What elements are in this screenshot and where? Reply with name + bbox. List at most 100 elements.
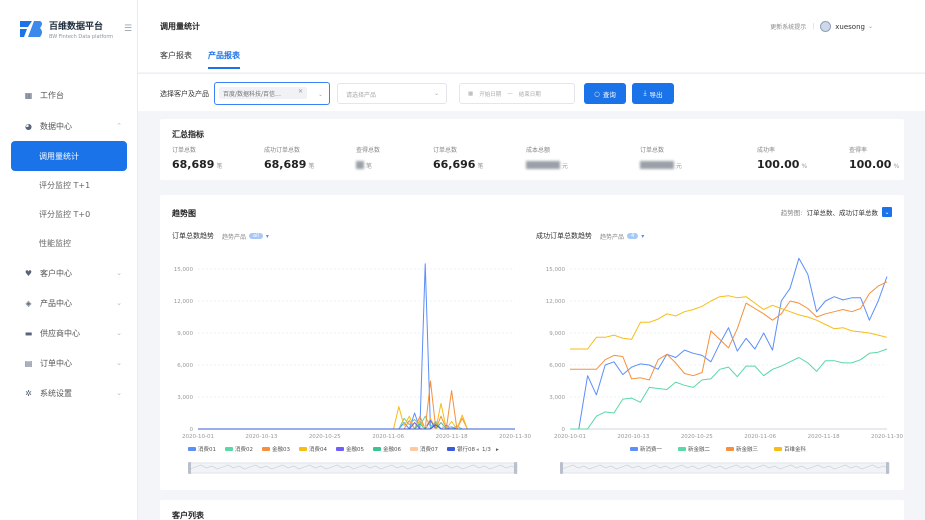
chevron-down-icon[interactable]: ⌄: [868, 23, 873, 30]
x-tick-label: 2020-11-18: [436, 434, 468, 440]
sidebar-subitem-performance[interactable]: 性能监控: [0, 229, 138, 258]
y-tick-label: 15,000: [546, 267, 566, 273]
series-line-1: [570, 348, 888, 430]
date-range-picker[interactable]: ▦ 开始日期 — 结束日期: [459, 83, 575, 104]
tab-product-report[interactable]: 产品报表: [208, 50, 240, 69]
avatar[interactable]: [820, 21, 832, 32]
legend-label[interactable]: 百维金科: [784, 445, 807, 453]
legend-swatch[interactable]: [336, 447, 344, 451]
legend-swatch[interactable]: [726, 447, 734, 451]
brand-logo[interactable]: 百维数据平台 BW Fintech Data platform: [18, 18, 113, 40]
sidebar-item-order[interactable]: ▤ 订单中心 ⌄: [0, 348, 138, 378]
menu-fold-icon[interactable]: ☰: [124, 24, 132, 34]
metric-number: 66,696: [433, 158, 476, 171]
caret-down-icon[interactable]: ▾: [266, 233, 269, 240]
zoom-slider-track[interactable]: [189, 462, 518, 474]
legend-label[interactable]: 消费01: [198, 445, 216, 453]
summary-title: 汇总指标: [172, 130, 204, 139]
series-line-1: [198, 415, 515, 430]
legend-label[interactable]: 金融06: [383, 445, 401, 453]
legend-swatch[interactable]: [225, 447, 233, 451]
chevron-up-icon: ⌃: [116, 122, 122, 130]
chevron-left-icon[interactable]: ◂: [476, 447, 479, 453]
zoom-handle-left[interactable]: [188, 462, 191, 474]
chart-left-filter-badge[interactable]: all: [249, 233, 263, 239]
caret-down-icon[interactable]: ▾: [641, 233, 644, 240]
metric-7: 查得率 100.00%: [849, 145, 899, 171]
chevron-down-icon[interactable]: ⌄: [882, 207, 892, 217]
brand-mark-icon: [18, 18, 44, 40]
metric-value: 68,689 笔: [172, 158, 222, 171]
series-line-0: [198, 263, 515, 430]
legend-label[interactable]: 消费04: [309, 445, 327, 453]
metric-unit: 笔: [216, 163, 223, 170]
metric-0: 订单总数 68,689 笔: [172, 145, 222, 171]
legend-swatch[interactable]: [678, 447, 686, 451]
y-tick-label: 15,000: [174, 267, 194, 273]
trend-selector[interactable]: 趋势图: 订单总数、成功订单总数 ⌄: [781, 207, 892, 217]
sidebar-item-customer[interactable]: ♥ 客户中心 ⌄: [0, 258, 138, 288]
x-tick-label: 2020-10-25: [309, 434, 341, 440]
query-button[interactable]: ○ 查询: [584, 83, 626, 104]
chart-right-filter-badge[interactable]: 4: [627, 233, 639, 239]
legend-label[interactable]: 新消费一: [640, 445, 663, 453]
legend-label[interactable]: 金融03: [272, 445, 290, 453]
legend-label[interactable]: 消费07: [420, 445, 438, 453]
legend-label[interactable]: 新金融二: [688, 445, 711, 453]
metric-1: 成功订单总数 68,689 笔: [264, 145, 314, 171]
legend-label[interactable]: 消费02: [235, 445, 253, 453]
sidebar-subitem-call-stats[interactable]: 调用量统计: [11, 141, 127, 171]
legend-label[interactable]: 金融05: [346, 445, 364, 453]
sidebar-item-supplier[interactable]: ▬ 供应商中心 ⌄: [0, 318, 138, 348]
export-button[interactable]: ⤓ 导出: [632, 83, 674, 104]
close-icon[interactable]: ✕: [298, 88, 303, 95]
legend-swatch[interactable]: [262, 447, 270, 451]
sidebar-item-workbench[interactable]: ▦ 工作台: [0, 80, 138, 110]
cube-icon: ◈: [25, 298, 32, 308]
chevron-right-icon[interactable]: ▸: [496, 447, 499, 453]
search-icon: ○: [594, 89, 600, 98]
legend-swatch[interactable]: [188, 447, 196, 451]
legend-page-indicator: 1/3: [482, 447, 491, 453]
zoom-handle-left[interactable]: [560, 462, 563, 474]
start-date-placeholder: 开始日期: [479, 91, 502, 98]
sidebar-item-label: 系统设置: [40, 388, 72, 398]
username[interactable]: xuesong: [835, 23, 865, 31]
legend-swatch[interactable]: [299, 447, 307, 451]
legend-swatch[interactable]: [630, 447, 638, 451]
customer-product-cascader[interactable]: 百度/数据科技/百信… ✕ ⌄: [214, 82, 330, 105]
metric-4: 成本总额元: [526, 145, 568, 171]
legend-swatch[interactable]: [774, 447, 782, 451]
sidebar-item-settings[interactable]: ✲ 系统设置 ⌄: [0, 378, 138, 408]
sidebar-item-product[interactable]: ◈ 产品中心 ⌄: [0, 288, 138, 318]
calendar-icon: ▦: [468, 90, 474, 97]
tab-customer-report[interactable]: 客户报表: [160, 50, 192, 69]
legend-label[interactable]: 新金融三: [736, 445, 759, 453]
chart-left-filter-label: 趋势产品: [222, 233, 247, 241]
sidebar-subitem-score-t1[interactable]: 评分监控 T+1: [0, 171, 138, 200]
chevron-down-icon[interactable]: ⌄: [318, 91, 323, 98]
update-log-link[interactable]: 更新系统提示: [770, 22, 806, 31]
download-icon: ⤓: [643, 89, 647, 97]
sidebar-item-data-center[interactable]: ◕ 数据中心 ⌃: [0, 111, 138, 141]
metric-5: 订单总数元: [640, 145, 682, 171]
x-tick-label: 2020-10-25: [681, 434, 713, 440]
zoom-handle-right[interactable]: [886, 462, 889, 474]
export-button-label: 导出: [649, 90, 663, 99]
legend-swatch[interactable]: [410, 447, 418, 451]
zoom-handle-right[interactable]: [514, 462, 517, 474]
zoom-slider-track[interactable]: [561, 462, 890, 474]
y-tick-label: 3,000: [549, 395, 565, 401]
sidebar-item-label: 数据中心: [40, 121, 72, 131]
metric-number: 68,689: [264, 158, 307, 171]
customer-list-card: 客户列表: [160, 500, 904, 520]
legend-swatch[interactable]: [373, 447, 381, 451]
product-select[interactable]: 请选择产品 ⌄: [337, 83, 447, 104]
date-range-separator: —: [507, 90, 513, 97]
legend-label[interactable]: 银行08: [457, 445, 475, 453]
filter-label: 选择客户及产品: [160, 90, 209, 98]
legend-swatch[interactable]: [447, 447, 455, 451]
metric-label: 订单总数: [433, 147, 458, 154]
sidebar-subitem-score-t0[interactable]: 评分监控 T+0: [0, 200, 138, 229]
metric-value: 100.00%: [757, 158, 807, 171]
